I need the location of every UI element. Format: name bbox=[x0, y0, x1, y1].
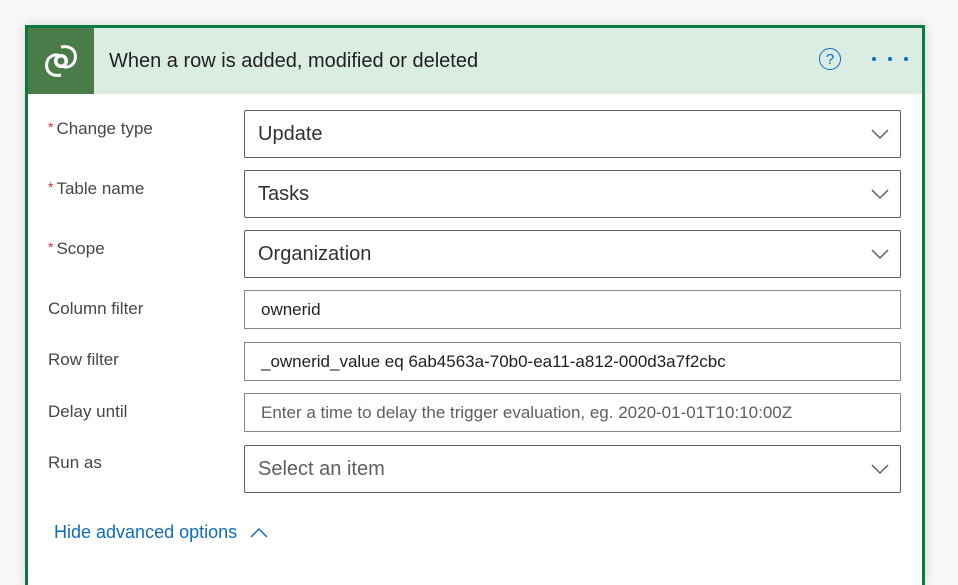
dataverse-icon bbox=[28, 28, 94, 94]
input-value: ownerid bbox=[261, 300, 321, 319]
help-icon[interactable]: ? bbox=[819, 48, 841, 70]
scope-dropdown[interactable]: Organization bbox=[244, 230, 901, 278]
card-title: When a row is added, modified or deleted bbox=[109, 50, 479, 72]
hide-advanced-options-link[interactable]: Hide advanced options bbox=[54, 522, 269, 543]
chevron-down-icon bbox=[871, 129, 889, 140]
required-marker: * bbox=[48, 179, 54, 195]
chevron-down-icon bbox=[871, 249, 889, 260]
field-label: Delay until bbox=[48, 402, 128, 421]
row-filter-input[interactable]: _ownerid_value eq 6ab4563a-70b0-ea11-a81… bbox=[244, 342, 901, 381]
selected-value: Organization bbox=[258, 243, 372, 265]
dropdown-placeholder: Select an item bbox=[258, 458, 385, 480]
required-marker: * bbox=[48, 239, 54, 255]
run-as-dropdown[interactable]: Select an item bbox=[244, 445, 901, 493]
trigger-card: When a row is added, modified or deleted… bbox=[25, 25, 925, 585]
selected-value: Tasks bbox=[258, 183, 310, 205]
chevron-down-icon bbox=[871, 464, 889, 475]
selected-value: Update bbox=[258, 123, 323, 145]
field-label: Run as bbox=[48, 453, 102, 472]
field-label: * Scope bbox=[48, 239, 105, 258]
table-name-dropdown[interactable]: Tasks bbox=[244, 170, 901, 218]
card-header[interactable]: When a row is added, modified or deleted… bbox=[28, 28, 922, 94]
field-label: * Change type bbox=[48, 119, 153, 138]
field-label: * Table name bbox=[48, 179, 145, 198]
chevron-down-icon bbox=[871, 189, 889, 200]
field-label: Column filter bbox=[48, 299, 144, 318]
field-label: Row filter bbox=[48, 350, 119, 369]
more-options-icon[interactable] bbox=[872, 52, 908, 66]
column-filter-input[interactable]: ownerid bbox=[244, 290, 901, 329]
chevron-up-icon bbox=[250, 527, 268, 538]
input-placeholder: Enter a time to delay the trigger evalua… bbox=[261, 403, 793, 422]
required-marker: * bbox=[48, 119, 54, 135]
input-value: _ownerid_value eq 6ab4563a-70b0-ea11-a81… bbox=[261, 352, 726, 371]
change-type-dropdown[interactable]: Update bbox=[244, 110, 901, 158]
link-label: Hide advanced options bbox=[54, 522, 238, 542]
delay-until-input[interactable]: Enter a time to delay the trigger evalua… bbox=[244, 393, 901, 432]
